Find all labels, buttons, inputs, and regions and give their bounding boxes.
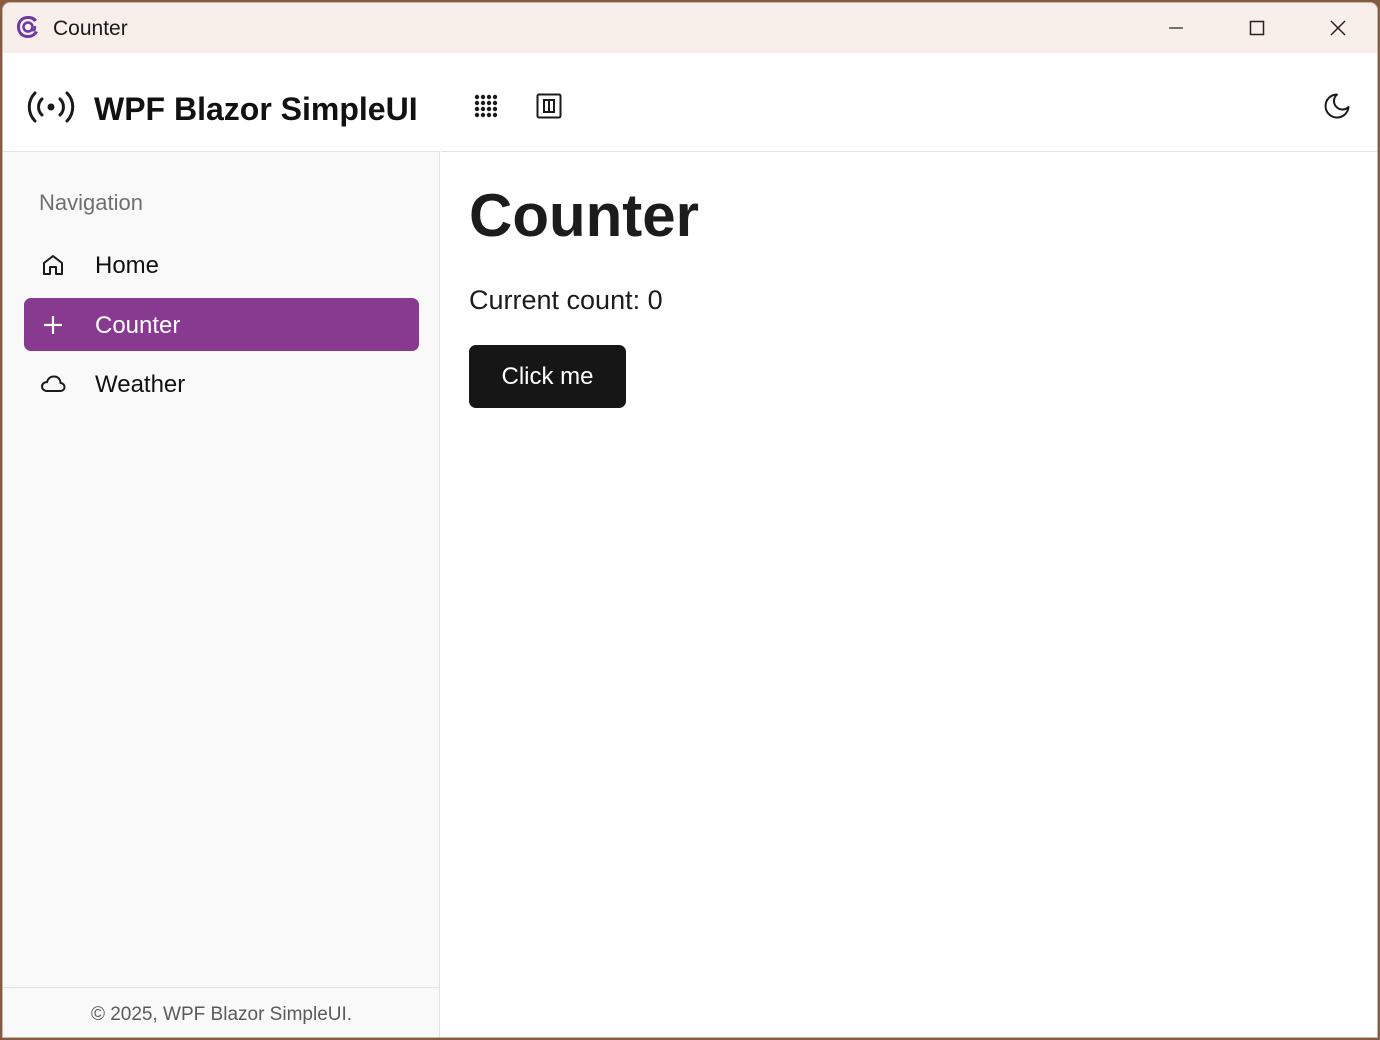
click-me-button[interactable]: Click me — [469, 345, 626, 408]
app-window: Counter WPF Blazor SimpleUI Navigation H… — [2, 2, 1378, 1038]
home-icon — [43, 255, 63, 275]
sidebar-item-label: Home — [95, 252, 160, 279]
current-count-text: Current count: 0 — [469, 285, 663, 315]
maximize-button[interactable] — [1217, 3, 1297, 53]
nav-heading: Navigation — [39, 190, 143, 215]
sidebar-item-counter[interactable]: Counter — [24, 298, 419, 351]
sidebar-item-label: Weather — [95, 371, 186, 398]
cloud-icon — [41, 375, 66, 392]
brand-header[interactable]: WPF Blazor SimpleUI — [3, 53, 440, 152]
page-title: Counter — [469, 182, 699, 249]
panel-toggle-icon — [536, 93, 562, 119]
apps-button[interactable] — [466, 86, 506, 126]
brand-title: WPF Blazor SimpleUI — [94, 91, 418, 127]
title-bar[interactable]: Counter — [3, 3, 1377, 53]
window-title: Counter — [53, 17, 128, 40]
minimize-button[interactable] — [1136, 3, 1216, 53]
broadcast-icon — [27, 91, 75, 123]
main-content: Counter Current count: 0 Click me — [441, 53, 1377, 1037]
plus-icon — [44, 316, 62, 334]
sidebar-item-home[interactable]: Home — [24, 238, 419, 291]
close-icon — [1330, 20, 1346, 36]
theme-toggle-button[interactable] — [1317, 86, 1357, 126]
sidebar-item-label: Counter — [95, 312, 181, 339]
sidebar: WPF Blazor SimpleUI Navigation Home Coun… — [3, 53, 440, 1037]
top-bar — [441, 53, 1377, 152]
maximize-icon — [1249, 20, 1265, 36]
moon-icon — [1324, 93, 1350, 119]
sidebar-item-weather[interactable]: Weather — [24, 357, 419, 410]
apps-grid-icon — [474, 94, 498, 118]
panel-toggle-button[interactable] — [529, 86, 569, 126]
minimize-icon — [1169, 27, 1183, 29]
sidebar-footer: © 2025, WPF Blazor SimpleUI. — [3, 987, 440, 1037]
blazor-logo-icon — [17, 16, 38, 38]
close-button[interactable] — [1298, 3, 1377, 53]
